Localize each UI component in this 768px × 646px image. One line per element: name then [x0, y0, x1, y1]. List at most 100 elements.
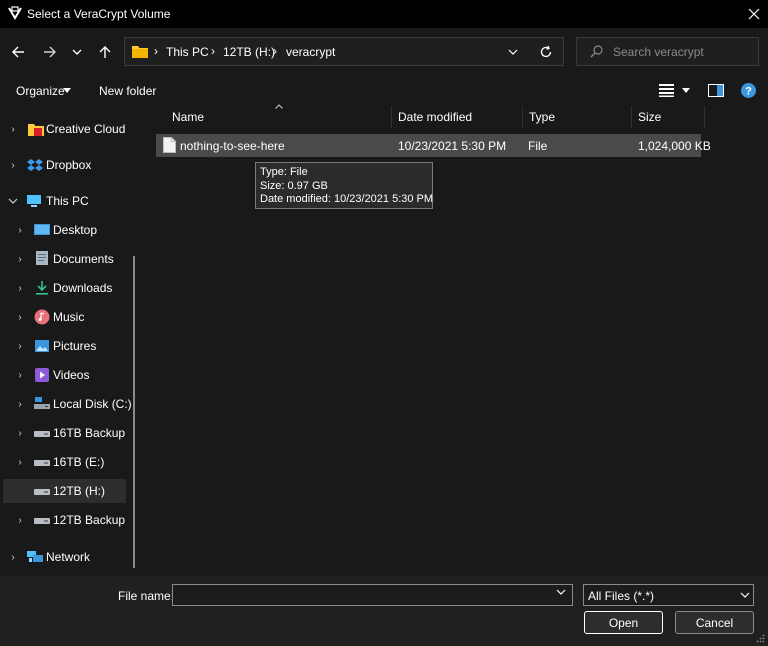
nav-label: Downloads [53, 281, 113, 295]
nav-label: Music [53, 310, 85, 324]
address-bar[interactable]: › This PC › 12TB (H:) › veracrypt [124, 37, 564, 66]
nav-item-16tb-backup[interactable]: › 16TB Backup (D [0, 421, 128, 445]
new-folder-button[interactable]: New folder [99, 84, 156, 98]
breadcrumb-separator-icon: › [211, 44, 215, 58]
nav-label: Pictures [53, 339, 97, 353]
breadcrumb-veracrypt[interactable]: veracrypt [286, 45, 335, 59]
nav-item-music[interactable]: › Music [0, 305, 128, 329]
expand-chevron-icon[interactable]: › [15, 370, 25, 381]
expand-chevron-icon[interactable]: › [15, 341, 25, 352]
expand-chevron-icon[interactable]: › [8, 160, 18, 171]
address-dropdown-icon[interactable] [508, 48, 518, 56]
search-input[interactable]: Search veracrypt [613, 45, 704, 59]
file-list [145, 104, 768, 576]
nav-item-12tb-h[interactable]: 12TB (H:) [3, 479, 126, 503]
recent-locations-button[interactable] [66, 40, 88, 64]
nav-label: Documents [53, 252, 114, 266]
column-divider[interactable] [522, 106, 523, 128]
file-date-modified: 10/23/2021 5:30 PM [398, 139, 507, 153]
preview-pane-icon[interactable] [708, 84, 724, 97]
tooltip-date-modified: Date modified: 10/23/2021 5:30 PM [260, 193, 434, 205]
navigation-scrollbar[interactable] [133, 256, 135, 568]
drive-icon [34, 518, 50, 524]
file-tooltip: Type: File Size: 0.97 GB Date modified: … [255, 162, 433, 209]
expand-chevron-icon[interactable]: › [15, 254, 25, 265]
dropbox-icon [27, 159, 43, 171]
music-icon [34, 309, 50, 325]
column-divider[interactable] [704, 106, 705, 128]
drive-icon [34, 489, 50, 495]
expand-chevron-icon[interactable]: › [15, 312, 25, 323]
nav-item-local-disk[interactable]: › Local Disk (C:) [0, 392, 132, 416]
nav-item-this-pc[interactable]: This PC [0, 189, 128, 213]
column-header-type[interactable]: Type [529, 110, 555, 124]
desktop-icon [34, 224, 50, 235]
nav-label: 16TB Backup (D [53, 426, 128, 440]
nav-label: Creative Cloud F [46, 122, 128, 136]
svg-text:?: ? [745, 86, 752, 98]
open-button[interactable]: Open [584, 611, 663, 634]
nav-label: 12TB (H:) [53, 484, 106, 498]
nav-item-downloads[interactable]: › Downloads [0, 276, 128, 300]
file-name-dropdown-icon[interactable] [556, 588, 566, 596]
file-size: 1,024,000 KB [638, 139, 711, 153]
nav-label: 16TB (E:) [53, 455, 105, 469]
search-box[interactable]: Search veracrypt [576, 37, 759, 66]
up-button[interactable] [93, 40, 117, 64]
forward-button[interactable] [38, 40, 62, 64]
nav-item-network[interactable]: › Network [0, 545, 128, 569]
file-type-filter-value: All Files (*.*) [588, 589, 655, 603]
collapse-chevron-icon[interactable] [8, 198, 18, 205]
nav-item-dropbox[interactable]: › Dropbox [0, 153, 128, 177]
organize-dropdown-icon [63, 88, 71, 93]
file-name: nothing-to-see-here [180, 139, 285, 153]
back-button[interactable] [6, 40, 30, 64]
expand-chevron-icon[interactable]: › [8, 124, 18, 135]
nav-label: Local Disk (C:) [53, 397, 132, 411]
nav-label: Videos [53, 368, 90, 382]
pictures-icon [35, 340, 49, 352]
expand-chevron-icon[interactable]: › [15, 457, 25, 468]
breadcrumb-this-pc[interactable]: This PC [166, 45, 209, 59]
expand-chevron-icon[interactable]: › [15, 283, 25, 294]
column-header-size[interactable]: Size [638, 110, 661, 124]
nav-label: Network [46, 550, 91, 564]
nav-item-desktop[interactable]: › Desktop [0, 218, 128, 242]
expand-chevron-icon[interactable]: › [15, 399, 25, 410]
nav-item-videos[interactable]: › Videos [0, 363, 128, 387]
file-name-input[interactable] [172, 584, 573, 606]
local-disk-icon [34, 397, 50, 409]
close-window-button[interactable] [740, 0, 768, 28]
expand-chevron-icon[interactable]: › [15, 515, 25, 526]
documents-icon [36, 251, 48, 265]
nav-item-documents[interactable]: › Documents [0, 247, 128, 271]
file-type-filter-select[interactable]: All Files (*.*) [583, 584, 754, 606]
nav-item-pictures[interactable]: › Pictures [0, 334, 128, 358]
window-title: Select a VeraCrypt Volume [27, 7, 171, 21]
file-name-label: File name: [118, 589, 175, 603]
view-dropdown-icon[interactable] [682, 88, 690, 94]
column-header-name[interactable]: Name [172, 110, 204, 124]
drive-icon [34, 431, 50, 437]
expand-chevron-icon[interactable]: › [15, 428, 25, 439]
navigation-pane: › Creative Cloud F › Dropbox This PC › D… [0, 104, 140, 576]
column-divider[interactable] [631, 106, 632, 128]
breadcrumb-12tb[interactable]: 12TB (H:) [223, 45, 275, 59]
view-details-icon[interactable] [659, 84, 674, 97]
column-header-date-modified[interactable]: Date modified [398, 110, 472, 124]
resize-grip-icon[interactable] [756, 634, 765, 643]
expand-chevron-icon[interactable]: › [15, 225, 25, 236]
pc-icon [27, 195, 41, 207]
tooltip-size: Size: 0.97 GB [260, 179, 328, 192]
cancel-button[interactable]: Cancel [675, 611, 754, 634]
nav-item-12tb-backup[interactable]: › 12TB Backup (U [0, 508, 128, 532]
column-divider[interactable] [391, 106, 392, 128]
nav-item-creative-cloud[interactable]: › Creative Cloud F [0, 117, 128, 141]
refresh-icon[interactable] [539, 45, 553, 59]
help-icon[interactable]: ? [741, 83, 756, 98]
nav-item-16tb-e[interactable]: › 16TB (E:) [0, 450, 128, 474]
organize-button[interactable]: Organize [16, 84, 65, 98]
nav-label: Desktop [53, 223, 98, 237]
expand-chevron-icon[interactable]: › [8, 552, 18, 563]
tooltip-type: Type: File [260, 166, 308, 178]
